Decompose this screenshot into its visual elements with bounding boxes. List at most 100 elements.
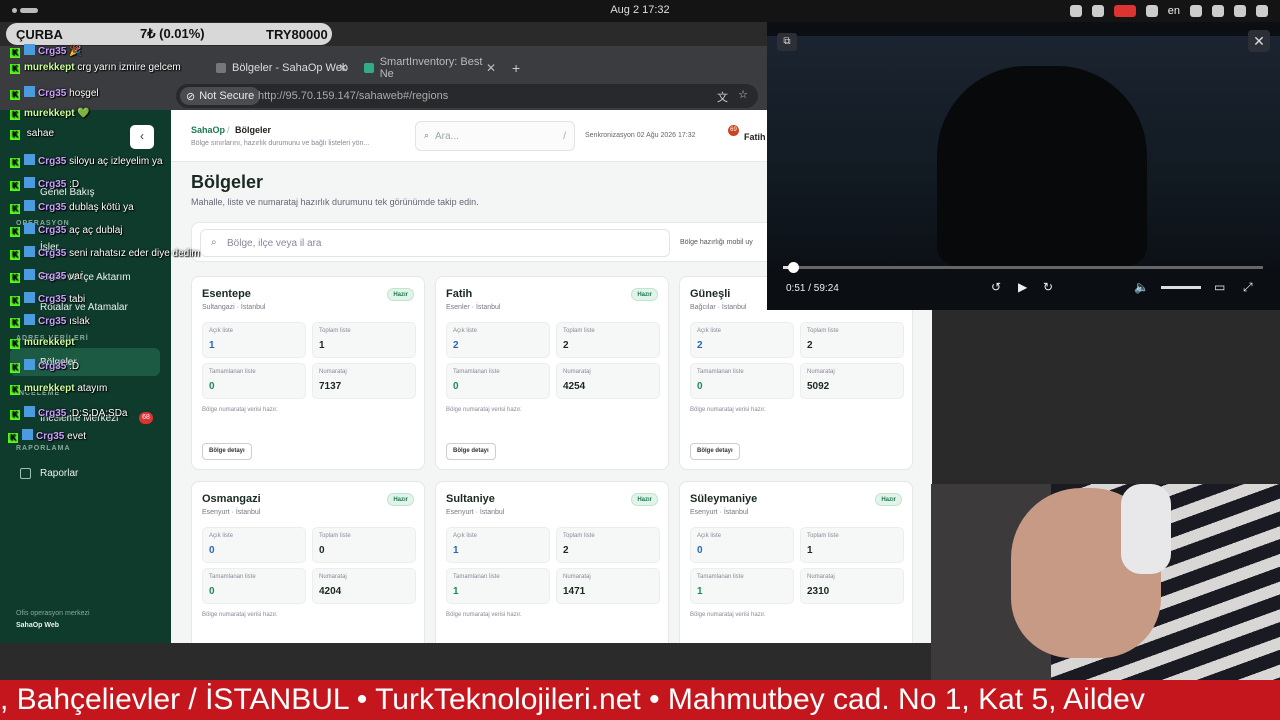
- chat-message: K Crg35 evet: [8, 429, 86, 443]
- chat-username[interactable]: Crg35: [38, 248, 66, 259]
- play-icon[interactable]: ▶: [1018, 280, 1027, 294]
- address-bar[interactable]: ⊘ Not Secure http://95.70.159.147/sahaweb…: [176, 84, 758, 108]
- power-icon[interactable]: [1256, 5, 1268, 17]
- tab-favicon-icon: [216, 63, 226, 73]
- chat-username[interactable]: Crg35: [38, 225, 66, 236]
- chat-text: sahae: [26, 128, 55, 139]
- rewind-icon[interactable]: ↺: [991, 280, 1001, 294]
- stat-label: Numarataj: [319, 369, 347, 375]
- region-detail-button[interactable]: Bölge detayı: [202, 443, 252, 460]
- region-card[interactable]: Fatih Esenler · İstanbul Hazır Açık liste 2 T…: [435, 276, 669, 470]
- chat-username[interactable]: Crg35: [38, 408, 66, 419]
- global-search-input[interactable]: ⌕ Ara... /: [415, 121, 575, 151]
- region-detail-button[interactable]: Bölge detayı: [446, 443, 496, 460]
- chat-username[interactable]: Crg35: [38, 271, 66, 282]
- video-player: ⧉ ✕ 0:51 / 59:24 ↺ ▶ ↻ 🔈 ▭ ⤢: [767, 22, 1280, 310]
- stat-done: Tamamlanan liste 0: [202, 568, 306, 604]
- notification-badge[interactable]: 69: [728, 125, 739, 136]
- new-tab-button[interactable]: +: [512, 60, 520, 76]
- keyboard-language[interactable]: en: [1168, 5, 1180, 17]
- tray-record-icon[interactable]: [1113, 5, 1136, 17]
- chat-username[interactable]: Crg35: [36, 431, 64, 442]
- chat-username[interactable]: murekkept: [24, 62, 75, 73]
- desktop-background: [935, 310, 1280, 484]
- chat-username[interactable]: Crg35: [38, 179, 66, 190]
- chat-username[interactable]: Crg35: [38, 316, 66, 327]
- tab-close-icon[interactable]: ✕: [338, 61, 348, 75]
- captions-icon[interactable]: ▭: [1214, 280, 1225, 294]
- ticker-change: 7₺ (0.01%): [140, 26, 205, 41]
- region-note: Bölge numarataj verisi hazır.: [202, 407, 278, 413]
- tray-app-icon[interactable]: [1069, 5, 1082, 17]
- chart-icon: [20, 468, 31, 479]
- video-progress-bar[interactable]: [783, 266, 1263, 269]
- chat-message: K Crg35 ıslak: [10, 314, 90, 328]
- user-badge-icon: [24, 406, 35, 417]
- volume-slider[interactable]: [1161, 286, 1201, 289]
- chat-username[interactable]: Crg35: [38, 46, 66, 57]
- breadcrumb-current: Bölgeler: [235, 125, 272, 135]
- region-name: Süleymaniye: [690, 493, 758, 505]
- region-card[interactable]: Süleymaniye Esenyurt · İstanbul Hazır Açık …: [679, 481, 913, 643]
- stat-label: Toplam liste: [807, 533, 839, 539]
- chat-text: ıslak: [69, 316, 90, 327]
- volume-icon[interactable]: [1234, 5, 1246, 17]
- user-name[interactable]: Fatih: [744, 132, 766, 142]
- tray-settings-icon[interactable]: [1091, 5, 1104, 17]
- chat-message: Kmurekkept: [10, 337, 75, 349]
- forward-icon[interactable]: ↻: [1043, 280, 1053, 294]
- picture-in-picture-icon[interactable]: ⧉: [777, 33, 797, 51]
- region-card[interactable]: Sultaniye Esenyurt · İstanbul Hazır Açık li…: [435, 481, 669, 643]
- chat-text: var: [69, 271, 84, 282]
- volume-icon[interactable]: 🔈: [1134, 280, 1149, 294]
- region-card[interactable]: Osmangazi Esenyurt · İstanbul Hazır Açık li…: [191, 481, 425, 643]
- chat-username[interactable]: Crg35: [38, 202, 66, 213]
- tray-window-icon[interactable]: [1145, 5, 1158, 17]
- stat-label: Toplam liste: [319, 533, 351, 539]
- bookmark-star-icon[interactable]: ☆: [738, 88, 748, 101]
- network-icon[interactable]: [1212, 5, 1224, 17]
- stat-value: 4204: [319, 586, 342, 597]
- workspace-dots[interactable]: [12, 8, 38, 13]
- kick-badge-icon: K: [10, 273, 20, 283]
- chat-username[interactable]: Crg35: [38, 361, 66, 372]
- video-close-button[interactable]: ✕: [1248, 30, 1270, 52]
- kick-badge-icon: K: [10, 204, 20, 214]
- chat-username[interactable]: Crg35: [38, 156, 66, 167]
- chat-text: dublaş kötü ya: [69, 202, 134, 213]
- chat-username[interactable]: Crg35: [38, 294, 66, 305]
- stat-total: Toplam liste 2: [556, 527, 660, 563]
- tab-regions[interactable]: Bölgeler - SahaOp Web ✕: [208, 54, 356, 82]
- stat-value: 0: [697, 381, 703, 392]
- status-badge: Hazır: [387, 288, 414, 301]
- sidebar-item-reports[interactable]: Raporlar: [40, 468, 78, 479]
- chat-username[interactable]: murekkept: [24, 383, 75, 394]
- region-name: Osmangazi: [202, 493, 261, 505]
- region-search-input[interactable]: ⌕ Bölge, ilçe veya il ara: [200, 229, 670, 257]
- scrolling-banner: , Bahçelievler / İSTANBUL • TurkTeknoloj…: [0, 680, 1280, 720]
- chat-username[interactable]: murekkept: [24, 337, 75, 348]
- microphone-icon[interactable]: [1190, 5, 1202, 17]
- chat-username[interactable]: murekkept: [24, 108, 75, 119]
- video-scrubber-handle[interactable]: [788, 262, 799, 273]
- tab-smartinventory[interactable]: SmartInventory: Best Ne ✕: [356, 54, 504, 82]
- mobile-readiness-chip[interactable]: Bölge hazırlığı mobil uy: [680, 239, 753, 246]
- stat-label: Toplam liste: [807, 328, 839, 334]
- stat-label: Numarataj: [807, 369, 835, 375]
- url-text[interactable]: http://95.70.159.147/sahaweb#/regions: [258, 90, 448, 102]
- stat-label: Toplam liste: [563, 328, 595, 334]
- region-card[interactable]: Esentepe Sultangazi · İstanbul Hazır Açık l…: [191, 276, 425, 470]
- chat-username[interactable]: Crg35: [38, 88, 66, 99]
- stat-done: Tamamlanan liste 1: [690, 568, 794, 604]
- desktop-background: [0, 643, 932, 680]
- tab-close-icon[interactable]: ✕: [486, 61, 496, 75]
- chat-message: K Crg35 :D: [10, 359, 79, 373]
- user-badge-icon: [24, 314, 35, 325]
- stat-label: Açık liste: [209, 328, 234, 334]
- stat-open: Açık liste 0: [690, 527, 794, 563]
- region-detail-button[interactable]: Bölge detayı: [690, 443, 740, 460]
- page-subtitle: Mahalle, liste ve numarataj hazırlık dur…: [191, 197, 479, 207]
- translate-icon[interactable]: 文: [717, 89, 728, 105]
- clock[interactable]: Aug 2 17:32: [600, 4, 680, 16]
- fullscreen-icon[interactable]: ⤢: [1243, 280, 1253, 295]
